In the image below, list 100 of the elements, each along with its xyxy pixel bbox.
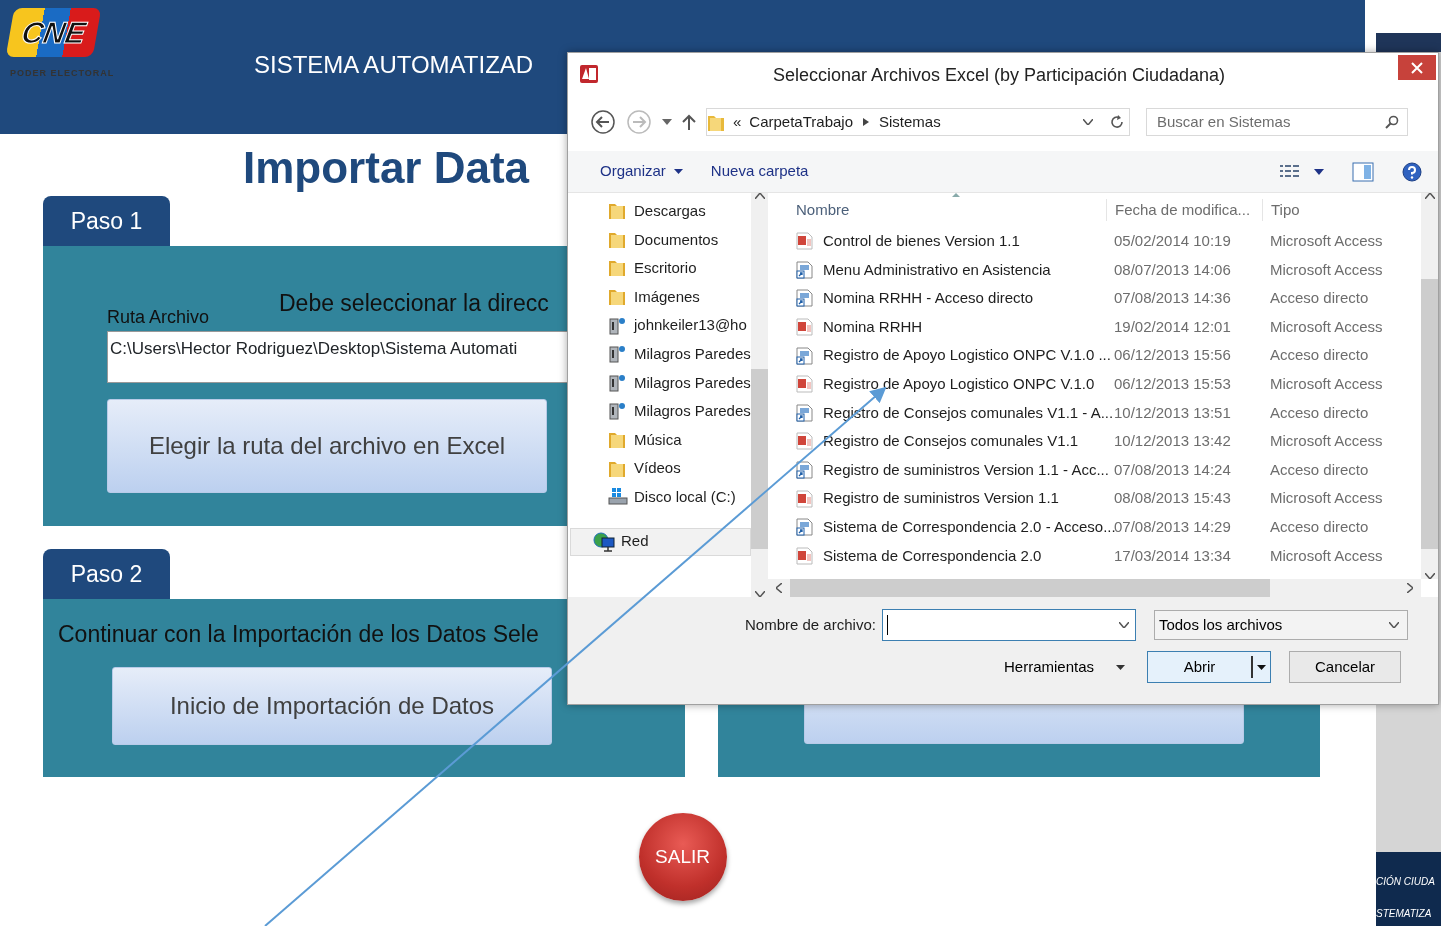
scroll-thumb[interactable] bbox=[751, 369, 768, 549]
shortcut-icon bbox=[796, 403, 814, 422]
cancel-button[interactable]: Cancelar bbox=[1289, 651, 1402, 683]
address-bar[interactable]: « CarpetaTrabajo Sistemas bbox=[706, 108, 1130, 136]
file-name: Sistema de Correspondencia 2.0 bbox=[823, 545, 1042, 566]
column-header[interactable]: Nombre bbox=[768, 198, 1106, 222]
nav-item[interactable]: Vídeos bbox=[568, 454, 751, 483]
choose-file-button[interactable]: Elegir la ruta del archivo en Excel bbox=[107, 398, 547, 493]
toolbar-command[interactable]: Organizar bbox=[600, 160, 683, 183]
scroll-thumb[interactable] bbox=[790, 579, 1270, 597]
scrollbar[interactable] bbox=[768, 579, 1421, 597]
file-row[interactable]: Registro de Apoyo Logistico ONPC V.1.0 ... 06/12/2013 15:56 Acceso directo bbox=[768, 341, 1421, 370]
file-date: 07/08/2013 14:36 bbox=[1113, 288, 1232, 309]
file-name: Registro de Consejos comunales V1.1 bbox=[823, 431, 1079, 452]
file-name: Sistema de Correspondencia 2.0 - Acceso... bbox=[823, 517, 1116, 537]
file-type: Acceso directo bbox=[1269, 402, 1370, 423]
database-file-icon bbox=[796, 432, 814, 451]
scroll-up-icon[interactable] bbox=[1424, 193, 1435, 199]
file-row[interactable]: Sistema de Correspondencia 2.0 - Acceso...07/08/2013 14:29 Acceso directo bbox=[768, 512, 1421, 542]
nav-item[interactable]: Escritorio bbox=[568, 254, 751, 283]
file-row[interactable]: Control de bienes Version 1.1 05/02/2014 10:19 Microsoft Access bbox=[768, 227, 1421, 256]
shortcut-icon bbox=[796, 289, 814, 308]
nav-item[interactable]: Milagros Paredes bbox=[568, 397, 751, 426]
scroll-right-icon[interactable] bbox=[1407, 583, 1413, 593]
footer-text: CIÓN CIUDA bbox=[1376, 874, 1435, 889]
file-name: Control de bienes Version 1.1 bbox=[823, 231, 1020, 252]
file-row[interactable]: Registro de Apoyo Logistico ONPC V.1.0 06/12/2013 15:53 Microsoft Access bbox=[768, 369, 1421, 399]
scroll-thumb[interactable] bbox=[1421, 279, 1438, 549]
column-header[interactable]: Tipo bbox=[1262, 198, 1385, 222]
drive-icon bbox=[608, 487, 628, 508]
toolbar-command[interactable]: Nueva carpeta bbox=[710, 160, 809, 183]
file-type-dropdown[interactable]: Todos los archivos bbox=[1153, 610, 1408, 640]
database-file-icon bbox=[796, 489, 814, 508]
file-date: 06/12/2013 15:56 bbox=[1113, 345, 1232, 366]
database-file-icon bbox=[796, 546, 814, 565]
file-type: Acceso directo bbox=[1269, 288, 1370, 309]
file-type: Acceso directo bbox=[1269, 459, 1370, 480]
footer-text: STEMATIZA bbox=[1376, 907, 1432, 921]
caret-icon[interactable] bbox=[1083, 119, 1093, 125]
database-file-icon bbox=[796, 375, 814, 394]
search-field[interactable]: Buscar en Sistemas bbox=[1146, 108, 1408, 136]
field-label: Ruta Archivo bbox=[107, 305, 211, 329]
breadcrumb-segment[interactable]: CarpetaTrabajo bbox=[749, 110, 853, 134]
start-import-button[interactable]: Inicio de Importación de Datos bbox=[112, 666, 552, 745]
nav-item[interactable]: Música bbox=[568, 425, 751, 455]
caret-icon bbox=[1257, 664, 1267, 670]
file-row[interactable]: Nomina RRHH - Acceso directo 07/08/2013 14:36 Acceso directo bbox=[768, 284, 1421, 313]
file-row[interactable]: Sistema de Correspondencia 2.0 17/03/2014 13:34 Microsoft Access bbox=[768, 541, 1421, 571]
file-date: 06/12/2013 15:53 bbox=[1113, 374, 1232, 394]
nav-item[interactable]: Red bbox=[570, 527, 751, 556]
scroll-down-icon[interactable] bbox=[754, 591, 765, 597]
nav-item[interactable]: Disco local (C:) bbox=[568, 482, 751, 512]
breadcrumb-segment[interactable]: Sistemas bbox=[879, 110, 941, 134]
view-options-icon[interactable] bbox=[1280, 163, 1300, 180]
chevron-icon bbox=[863, 118, 869, 126]
dialog-title: Seleccionar Archivos Excel (by Participación Ciudadana) bbox=[771, 64, 1227, 87]
database-file-icon bbox=[796, 318, 814, 337]
exit-button[interactable]: SALIR bbox=[638, 813, 727, 902]
shortcut-icon bbox=[796, 260, 814, 279]
field-label: Nombre de archivo: bbox=[745, 614, 876, 635]
open-button[interactable]: Abrir bbox=[1147, 651, 1272, 683]
file-row[interactable]: Nomina RRHH 19/02/2014 12:01 Microsoft Access bbox=[768, 312, 1421, 342]
file-row[interactable]: Menu Administrativo en Asistencia 08/07/2013 14:06 Microsoft Access bbox=[768, 255, 1421, 285]
page-title: Importar Data bbox=[243, 144, 530, 193]
search-placeholder: Buscar en Sistemas bbox=[1157, 111, 1291, 132]
file-row[interactable]: Registro de suministros Version 1.1 - Acc... 07/08/2013 14:24 Acceso directo bbox=[768, 455, 1421, 485]
network-location-icon bbox=[608, 401, 628, 422]
nav-item[interactable]: Descargas bbox=[568, 197, 751, 226]
filename-field[interactable] bbox=[881, 609, 1136, 641]
refresh-icon[interactable] bbox=[1109, 114, 1125, 130]
back-icon[interactable] bbox=[590, 109, 616, 135]
scroll-up-icon[interactable] bbox=[754, 193, 765, 199]
scrollbar[interactable] bbox=[1421, 193, 1438, 579]
scroll-down-icon[interactable] bbox=[1424, 573, 1435, 579]
folder-icon bbox=[608, 430, 628, 451]
caret-icon[interactable] bbox=[1314, 168, 1324, 175]
search-icon bbox=[1385, 115, 1399, 129]
column-header[interactable]: Fecha de modifica... bbox=[1106, 198, 1262, 222]
scrollbar[interactable] bbox=[751, 193, 768, 597]
file-date: 10/12/2013 13:42 bbox=[1113, 431, 1232, 452]
app-icon bbox=[578, 63, 600, 85]
path-overflow-icon[interactable]: « bbox=[733, 110, 742, 134]
file-date: 19/02/2014 12:01 bbox=[1113, 316, 1232, 337]
file-row[interactable]: Registro de suministros Version 1.1 08/08/2013 15:43 Microsoft Access bbox=[768, 484, 1421, 513]
tools-menu[interactable]: Herramientas bbox=[1004, 655, 1126, 679]
file-row[interactable]: Registro de Consejos comunales V1.1 10/12/2013 13:42 Microsoft Access bbox=[768, 427, 1421, 456]
file-date: 05/02/2014 10:19 bbox=[1113, 231, 1232, 252]
close-button[interactable] bbox=[1398, 55, 1436, 80]
file-type: Microsoft Access bbox=[1269, 374, 1384, 394]
file-type: Acceso directo bbox=[1269, 345, 1370, 366]
instruction-text: Continuar con la Importación de los Datos Sele bbox=[58, 620, 540, 650]
up-arrow-icon[interactable] bbox=[682, 114, 696, 130]
help-icon[interactable] bbox=[1402, 161, 1422, 182]
nav-item[interactable]: Documentos bbox=[568, 225, 751, 255]
nav-item[interactable]: Imágenes bbox=[568, 282, 751, 312]
dropdown-value: Todos los archivos bbox=[1158, 614, 1283, 635]
scroll-left-icon[interactable] bbox=[776, 583, 782, 593]
file-type: Microsoft Access bbox=[1269, 231, 1384, 252]
caret-icon[interactable] bbox=[662, 119, 672, 125]
window-header-bar bbox=[1376, 0, 1441, 52]
